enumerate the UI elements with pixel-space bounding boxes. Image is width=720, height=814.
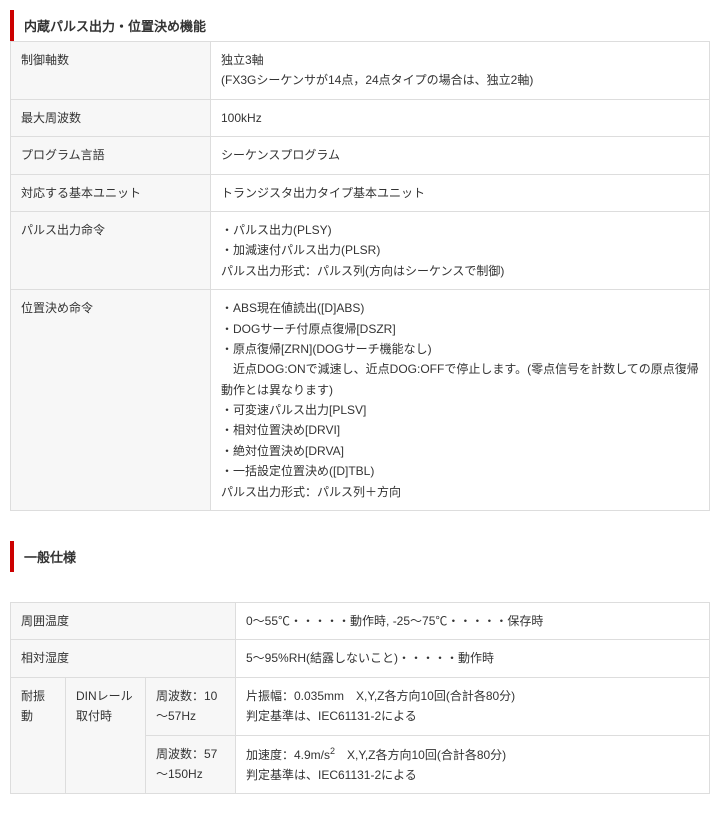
value-lang: シーケンスプログラム [211,137,710,174]
value-pos-cmd: ・ABS現在値読出([D]ABS) ・DOGサーチ付原点復帰[DSZR] ・原点… [211,290,710,511]
label-lang: プログラム言語 [11,137,211,174]
value-temp: 0～55℃・・・・・動作時, -25～75℃・・・・・保存時 [236,603,710,640]
label-vibration-f1: 周波数：10～57Hz [146,677,236,735]
value-vibration-f2: 加速度：4.9m/s2 X,Y,Z各方向10回(合計各80分) 判定基準は、IE… [236,735,710,794]
section-title-pulse: 内蔵パルス出力・位置決め機能 [10,10,710,41]
value-axes: 独立3軸 (FX3Gシーケンサが14点，24点タイプの場合は、独立2軸) [211,42,710,100]
label-vibration-f2: 周波数：57～150Hz [146,735,236,794]
table-row: 最大周波数 100kHz [11,99,710,136]
value-humid: 5～95%RH(結露しないこと)・・・・・動作時 [236,640,710,677]
label-pos-cmd: 位置決め命令 [11,290,211,511]
value-pulse-cmd: ・パルス出力(PLSY) ・加減速付パルス出力(PLSR) パルス出力形式：パル… [211,211,710,289]
table-row: 制御軸数 独立3軸 (FX3Gシーケンサが14点，24点タイプの場合は、独立2軸… [11,42,710,100]
table-general: 周囲温度 0～55℃・・・・・動作時, -25～75℃・・・・・保存時 相対湿度… [10,602,710,794]
table-row: 相対湿度 5～95%RH(結露しないこと)・・・・・動作時 [11,640,710,677]
value-vibration-f1: 片振幅：0.035mm X,Y,Z各方向10回(合計各80分) 判定基準は、IE… [236,677,710,735]
table-row: プログラム言語 シーケンスプログラム [11,137,710,174]
label-freq: 最大周波数 [11,99,211,136]
value-unit: トランジスタ出力タイプ基本ユニット [211,174,710,211]
vib-f2-pre: 加速度：4.9m/s [246,748,330,762]
section-title-general: 一般仕様 [10,541,710,572]
label-vibration-mount: DINレール取付時 [66,677,146,794]
label-axes: 制御軸数 [11,42,211,100]
label-humid: 相対湿度 [11,640,236,677]
label-pulse-cmd: パルス出力命令 [11,211,211,289]
table-row: 周囲温度 0～55℃・・・・・動作時, -25～75℃・・・・・保存時 [11,603,710,640]
label-unit: 対応する基本ユニット [11,174,211,211]
label-vibration: 耐振動 [11,677,66,794]
table-row: 耐振動 DINレール取付時 周波数：10～57Hz 片振幅：0.035mm X,… [11,677,710,735]
table-row: パルス出力命令 ・パルス出力(PLSY) ・加減速付パルス出力(PLSR) パル… [11,211,710,289]
label-temp: 周囲温度 [11,603,236,640]
table-row: 位置決め命令 ・ABS現在値読出([D]ABS) ・DOGサーチ付原点復帰[DS… [11,290,710,511]
table-pulse: 制御軸数 独立3軸 (FX3Gシーケンサが14点，24点タイプの場合は、独立2軸… [10,41,710,511]
table-row: 対応する基本ユニット トランジスタ出力タイプ基本ユニット [11,174,710,211]
value-freq: 100kHz [211,99,710,136]
